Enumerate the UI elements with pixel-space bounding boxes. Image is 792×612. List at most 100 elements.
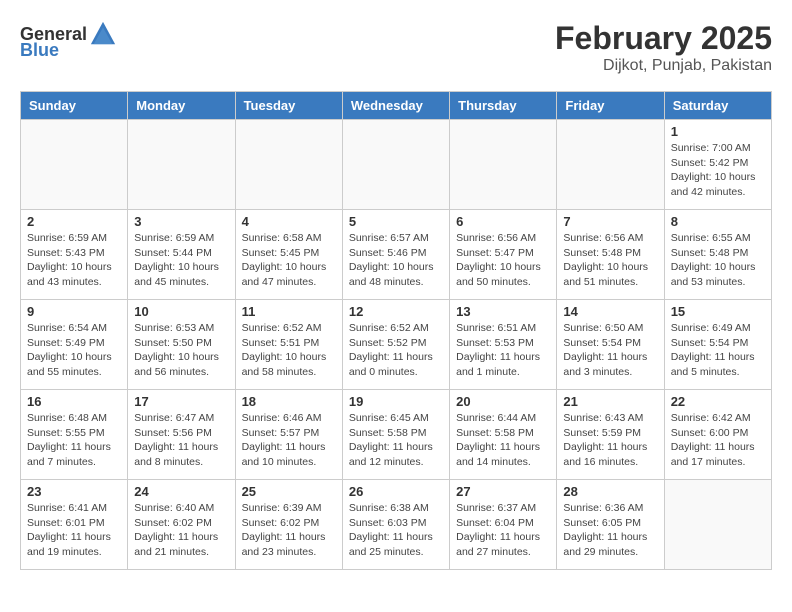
calendar-week-3: 9Sunrise: 6:54 AM Sunset: 5:49 PM Daylig… xyxy=(21,300,772,390)
day-info: Sunrise: 6:36 AM Sunset: 6:05 PM Dayligh… xyxy=(563,501,657,560)
day-number: 20 xyxy=(456,394,550,409)
calendar-cell xyxy=(235,120,342,210)
calendar-table: SundayMondayTuesdayWednesdayThursdayFrid… xyxy=(20,91,772,570)
day-number: 16 xyxy=(27,394,121,409)
calendar-cell: 23Sunrise: 6:41 AM Sunset: 6:01 PM Dayli… xyxy=(21,480,128,570)
calendar-cell: 3 Sunrise: 6:59 AM Sunset: 5:44 PM Daylig… xyxy=(128,210,235,300)
calendar-cell: 12 Sunrise: 6:52 AM Sunset: 5:52 PM Dayli… xyxy=(342,300,449,390)
subtitle: Dijkot, Punjab, Pakistan xyxy=(555,57,772,75)
day-number: 9 xyxy=(27,304,121,319)
day-number: 19 xyxy=(349,394,443,409)
day-number: 12 xyxy=(349,304,443,319)
calendar-header-sunday: Sunday xyxy=(21,92,128,120)
main-title: February 2025 xyxy=(555,20,772,57)
day-info: Sunrise: 6:42 AM Sunset: 6:00 PM Dayligh… xyxy=(671,411,765,470)
calendar-week-1: 1Sunrise: 7:00 AM Sunset: 5:42 PM Daylig… xyxy=(21,120,772,210)
day-number: 21 xyxy=(563,394,657,409)
day-info: Sunrise: 6:59 AM Sunset: 5:44 PM Dayligh… xyxy=(134,231,228,290)
day-number: 2 xyxy=(27,214,121,229)
day-info: Sunrise: 6:52 AM Sunset: 5:51 PM Dayligh… xyxy=(242,321,336,380)
day-number: 27 xyxy=(456,484,550,499)
day-number: 22 xyxy=(671,394,765,409)
day-info: Sunrise: 6:56 AM Sunset: 5:47 PM Dayligh… xyxy=(456,231,550,290)
day-info: Sunrise: 6:41 AM Sunset: 6:01 PM Dayligh… xyxy=(27,501,121,560)
day-info: Sunrise: 6:43 AM Sunset: 5:59 PM Dayligh… xyxy=(563,411,657,470)
calendar-cell: 14 Sunrise: 6:50 AM Sunset: 5:54 PM Dayli… xyxy=(557,300,664,390)
day-number: 4 xyxy=(242,214,336,229)
calendar-cell: 21 Sunrise: 6:43 AM Sunset: 5:59 PM Dayli… xyxy=(557,390,664,480)
calendar-header-thursday: Thursday xyxy=(450,92,557,120)
calendar-cell: 10 Sunrise: 6:53 AM Sunset: 5:50 PM Dayli… xyxy=(128,300,235,390)
calendar-cell: 8 Sunrise: 6:55 AM Sunset: 5:48 PM Daylig… xyxy=(664,210,771,300)
day-number: 28 xyxy=(563,484,657,499)
day-info: Sunrise: 6:39 AM Sunset: 6:02 PM Dayligh… xyxy=(242,501,336,560)
day-number: 17 xyxy=(134,394,228,409)
calendar-cell: 4 Sunrise: 6:58 AM Sunset: 5:45 PM Daylig… xyxy=(235,210,342,300)
calendar-header-monday: Monday xyxy=(128,92,235,120)
calendar-cell: 22 Sunrise: 6:42 AM Sunset: 6:00 PM Dayli… xyxy=(664,390,771,480)
day-number: 5 xyxy=(349,214,443,229)
calendar-cell: 17 Sunrise: 6:47 AM Sunset: 5:56 PM Dayli… xyxy=(128,390,235,480)
day-info: Sunrise: 6:38 AM Sunset: 6:03 PM Dayligh… xyxy=(349,501,443,560)
calendar-cell: 26Sunrise: 6:38 AM Sunset: 6:03 PM Dayli… xyxy=(342,480,449,570)
calendar-cell: 13 Sunrise: 6:51 AM Sunset: 5:53 PM Dayli… xyxy=(450,300,557,390)
day-info: Sunrise: 6:55 AM Sunset: 5:48 PM Dayligh… xyxy=(671,231,765,290)
calendar-cell: 5 Sunrise: 6:57 AM Sunset: 5:46 PM Daylig… xyxy=(342,210,449,300)
calendar-cell xyxy=(557,120,664,210)
calendar-cell: 1Sunrise: 7:00 AM Sunset: 5:42 PM Daylig… xyxy=(664,120,771,210)
day-number: 11 xyxy=(242,304,336,319)
day-number: 15 xyxy=(671,304,765,319)
day-info: Sunrise: 6:49 AM Sunset: 5:54 PM Dayligh… xyxy=(671,321,765,380)
calendar-header-tuesday: Tuesday xyxy=(235,92,342,120)
calendar-cell xyxy=(664,480,771,570)
calendar-header-wednesday: Wednesday xyxy=(342,92,449,120)
day-info: Sunrise: 6:46 AM Sunset: 5:57 PM Dayligh… xyxy=(242,411,336,470)
day-number: 14 xyxy=(563,304,657,319)
day-info: Sunrise: 7:00 AM Sunset: 5:42 PM Dayligh… xyxy=(671,141,765,200)
calendar-header-row: SundayMondayTuesdayWednesdayThursdayFrid… xyxy=(21,92,772,120)
calendar-cell: 27Sunrise: 6:37 AM Sunset: 6:04 PM Dayli… xyxy=(450,480,557,570)
day-number: 18 xyxy=(242,394,336,409)
calendar-cell: 28 Sunrise: 6:36 AM Sunset: 6:05 PM Dayli… xyxy=(557,480,664,570)
day-info: Sunrise: 6:50 AM Sunset: 5:54 PM Dayligh… xyxy=(563,321,657,380)
day-info: Sunrise: 6:59 AM Sunset: 5:43 PM Dayligh… xyxy=(27,231,121,290)
calendar-header-saturday: Saturday xyxy=(664,92,771,120)
calendar-week-5: 23Sunrise: 6:41 AM Sunset: 6:01 PM Dayli… xyxy=(21,480,772,570)
calendar-cell: 16Sunrise: 6:48 AM Sunset: 5:55 PM Dayli… xyxy=(21,390,128,480)
day-number: 8 xyxy=(671,214,765,229)
day-info: Sunrise: 6:44 AM Sunset: 5:58 PM Dayligh… xyxy=(456,411,550,470)
day-number: 13 xyxy=(456,304,550,319)
day-info: Sunrise: 6:40 AM Sunset: 6:02 PM Dayligh… xyxy=(134,501,228,560)
calendar-week-2: 2 Sunrise: 6:59 AM Sunset: 5:43 PM Daylig… xyxy=(21,210,772,300)
calendar-cell: 25 Sunrise: 6:39 AM Sunset: 6:02 PM Dayli… xyxy=(235,480,342,570)
day-info: Sunrise: 6:57 AM Sunset: 5:46 PM Dayligh… xyxy=(349,231,443,290)
calendar-cell xyxy=(21,120,128,210)
day-number: 24 xyxy=(134,484,228,499)
day-info: Sunrise: 6:52 AM Sunset: 5:52 PM Dayligh… xyxy=(349,321,443,380)
calendar-cell: 7Sunrise: 6:56 AM Sunset: 5:48 PM Daylig… xyxy=(557,210,664,300)
day-number: 3 xyxy=(134,214,228,229)
day-info: Sunrise: 6:51 AM Sunset: 5:53 PM Dayligh… xyxy=(456,321,550,380)
calendar-cell: 6Sunrise: 6:56 AM Sunset: 5:47 PM Daylig… xyxy=(450,210,557,300)
day-info: Sunrise: 6:45 AM Sunset: 5:58 PM Dayligh… xyxy=(349,411,443,470)
day-number: 10 xyxy=(134,304,228,319)
calendar-cell: 19 Sunrise: 6:45 AM Sunset: 5:58 PM Dayli… xyxy=(342,390,449,480)
day-info: Sunrise: 6:53 AM Sunset: 5:50 PM Dayligh… xyxy=(134,321,228,380)
logo-text-blue: Blue xyxy=(20,40,59,61)
calendar-week-4: 16Sunrise: 6:48 AM Sunset: 5:55 PM Dayli… xyxy=(21,390,772,480)
calendar-cell: 2 Sunrise: 6:59 AM Sunset: 5:43 PM Daylig… xyxy=(21,210,128,300)
logo-icon xyxy=(89,20,117,48)
calendar-cell xyxy=(128,120,235,210)
day-info: Sunrise: 6:47 AM Sunset: 5:56 PM Dayligh… xyxy=(134,411,228,470)
calendar-cell xyxy=(450,120,557,210)
day-number: 25 xyxy=(242,484,336,499)
logo: General Blue xyxy=(20,20,117,61)
calendar-header-friday: Friday xyxy=(557,92,664,120)
calendar-cell: 11 Sunrise: 6:52 AM Sunset: 5:51 PM Dayli… xyxy=(235,300,342,390)
page-header: General Blue February 2025 Dijkot, Punja… xyxy=(20,20,772,75)
calendar-cell: 18 Sunrise: 6:46 AM Sunset: 5:57 PM Dayli… xyxy=(235,390,342,480)
title-block: February 2025 Dijkot, Punjab, Pakistan xyxy=(555,20,772,75)
calendar-cell: 24 Sunrise: 6:40 AM Sunset: 6:02 PM Dayli… xyxy=(128,480,235,570)
day-info: Sunrise: 6:58 AM Sunset: 5:45 PM Dayligh… xyxy=(242,231,336,290)
day-info: Sunrise: 6:56 AM Sunset: 5:48 PM Dayligh… xyxy=(563,231,657,290)
